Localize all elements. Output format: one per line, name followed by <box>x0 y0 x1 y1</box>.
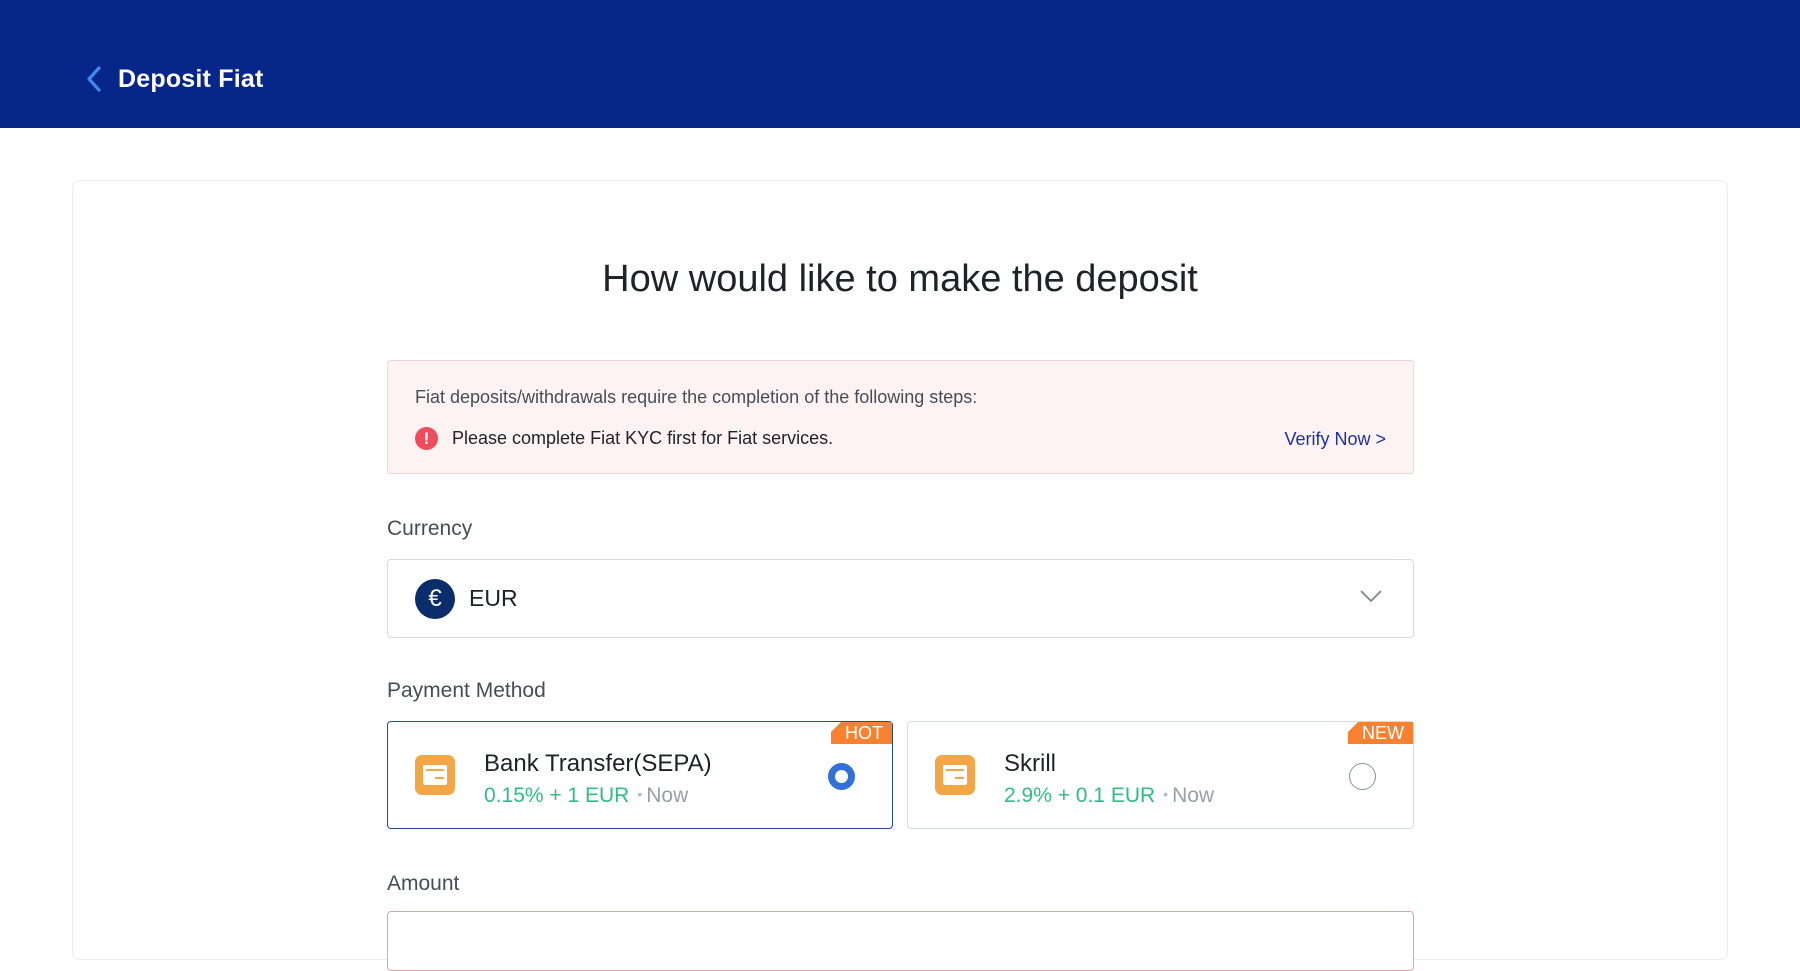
payment-option-name: Bank Transfer(SEPA) <box>484 750 712 777</box>
notice-intro: Fiat deposits/withdrawals require the co… <box>415 387 978 407</box>
separator-dot: • <box>637 786 643 802</box>
kyc-notice: Fiat deposits/withdrawals require the co… <box>387 360 1414 474</box>
new-badge: NEW <box>1348 722 1413 744</box>
currency-select[interactable]: € EUR <box>387 559 1414 638</box>
exclamation-circle-icon: ! <box>415 427 438 450</box>
chevron-left-icon <box>87 66 101 92</box>
separator-dot: • <box>1163 786 1169 802</box>
deposit-heading: How would like to make the deposit <box>602 258 1198 300</box>
hot-badge: HOT <box>831 722 892 744</box>
payment-option-fee: 2.9% + 0.1 EUR • Now <box>1004 784 1214 808</box>
payment-method-label: Payment Method <box>387 679 546 702</box>
page-title: Deposit Fiat <box>118 64 264 93</box>
euro-icon: € <box>415 578 455 619</box>
radio-unselected[interactable] <box>1349 763 1376 790</box>
currency-value: EUR <box>469 585 518 611</box>
card-icon <box>415 755 455 795</box>
notice-step: ! Please complete Fiat KYC first for Fia… <box>415 427 833 450</box>
payment-option-fee: 0.15% + 1 EUR • Now <box>484 784 688 808</box>
fee-text: 2.9% + 0.1 EUR <box>1004 784 1156 807</box>
amount-label: Amount <box>387 872 460 895</box>
back-button[interactable]: Deposit Fiat <box>84 64 263 94</box>
processing-time: Now <box>1172 784 1215 807</box>
processing-time: Now <box>646 784 689 807</box>
verify-now-link[interactable]: Verify Now > <box>1284 429 1386 450</box>
amount-input[interactable] <box>387 911 1414 971</box>
payment-option-bank-transfer[interactable]: Bank Transfer(SEPA) 0.15% + 1 EUR • Now HO… <box>387 721 893 829</box>
fee-text: 0.15% + 1 EUR <box>484 784 630 807</box>
payment-option-skrill[interactable]: Skrill 2.9% + 0.1 EUR • Now NEW <box>907 721 1414 829</box>
top-header: Deposit Fiat <box>0 0 1800 128</box>
payment-option-name: Skrill <box>1004 750 1056 777</box>
currency-label: Currency <box>387 517 473 540</box>
card-icon <box>935 755 975 795</box>
chevron-down-icon <box>1360 590 1382 603</box>
radio-selected[interactable] <box>828 763 855 790</box>
notice-step-text: Please complete Fiat KYC first for Fiat … <box>452 428 834 448</box>
